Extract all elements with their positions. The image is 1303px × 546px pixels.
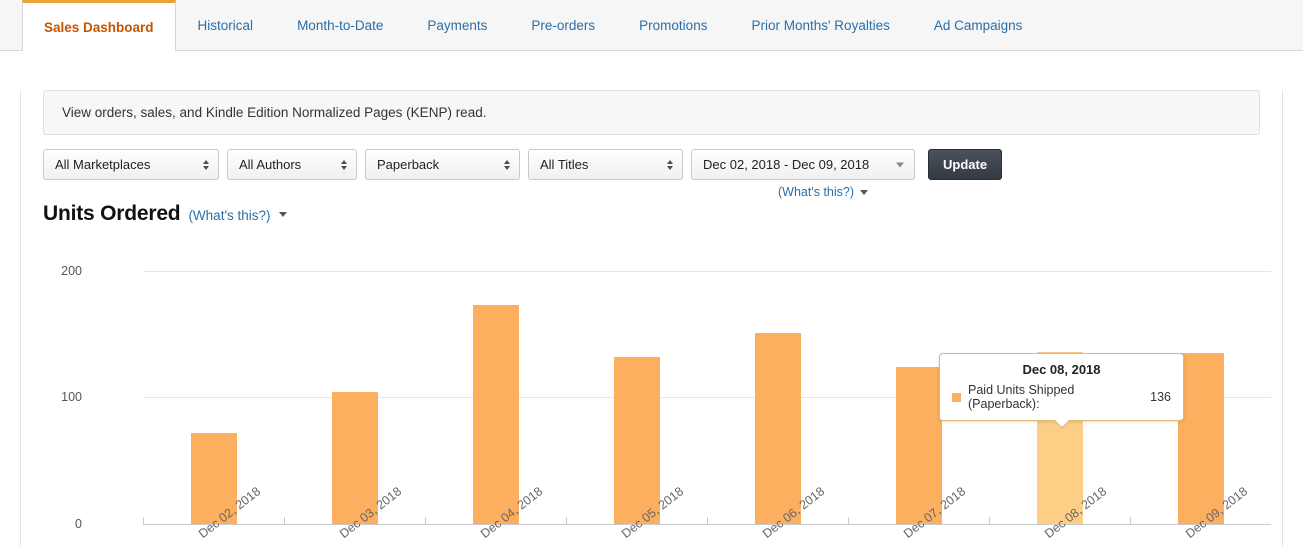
chevron-down-icon (860, 189, 869, 195)
chevron-down-icon (896, 162, 904, 167)
bar-slot[interactable] (143, 258, 284, 524)
stepper-icon (203, 159, 209, 170)
tooltip-series-label: Paid Units Shipped (Paperback): (968, 383, 1075, 411)
date-whats-this-label: (What's this?) (778, 185, 855, 199)
tooltip-series-row: Paid Units Shipped (Paperback): 136 (952, 383, 1171, 411)
tab-pre-orders[interactable]: Pre-orders (509, 0, 617, 50)
marketplace-select-value: All Marketplaces (55, 157, 151, 172)
bar[interactable] (613, 356, 660, 524)
tooltip-pointer-inner (1053, 419, 1070, 427)
chart-tooltip: Dec 08, 2018 Paid Units Shipped (Paperba… (939, 353, 1184, 429)
info-banner: View orders, sales, and Kindle Edition N… (43, 90, 1260, 135)
chart-title-row: Units Ordered (What's this?) (43, 202, 1282, 226)
stepper-icon (504, 159, 510, 170)
author-select-value: All Authors (239, 157, 302, 172)
tab-ad-campaigns[interactable]: Ad Campaigns (912, 0, 1045, 50)
date-range-value: Dec 02, 2018 - Dec 09, 2018 (703, 157, 870, 172)
tab-month-to-date[interactable]: Month-to-Date (275, 0, 405, 50)
tooltip-date: Dec 08, 2018 (1022, 362, 1101, 377)
y-axis-tick-label: 100 (61, 390, 82, 405)
date-whats-this-link[interactable]: (What's this?) (778, 185, 869, 199)
tooltip-color-swatch-icon (952, 392, 961, 402)
bar[interactable] (895, 366, 942, 524)
tab-bar: Sales Dashboard Historical Month-to-Date Pa… (0, 0, 1303, 51)
chart-whats-this-link[interactable]: (What's this?) (188, 208, 270, 223)
tab-label: Month-to-Date (297, 17, 384, 33)
y-axis-tick-label: 0 (75, 517, 82, 531)
stepper-icon (667, 159, 673, 170)
bar[interactable] (472, 304, 519, 524)
tab-label: Sales Dashboard (44, 19, 154, 35)
dashboard-panel: View orders, sales, and Kindle Edition N… (20, 90, 1283, 546)
tab-sales-dashboard[interactable]: Sales Dashboard (22, 0, 176, 51)
update-button[interactable]: Update (928, 149, 1003, 180)
tab-payments[interactable]: Payments (405, 0, 509, 50)
marketplace-select[interactable]: All Marketplaces (43, 149, 219, 180)
filter-bar: All Marketplaces All Authors Paperback A… (43, 149, 1260, 199)
tab-promotions[interactable]: Promotions (617, 0, 729, 50)
author-select[interactable]: All Authors (227, 149, 357, 180)
tab-prior-months-royalties[interactable]: Prior Months' Royalties (729, 0, 911, 50)
tab-label: Ad Campaigns (933, 17, 1023, 33)
tab-historical[interactable]: Historical (176, 0, 276, 50)
x-axis-line (143, 524, 1271, 525)
stepper-icon (341, 159, 347, 170)
chevron-down-icon[interactable] (278, 211, 287, 217)
bar-slot[interactable] (284, 258, 425, 524)
date-range-picker[interactable]: Dec 02, 2018 - Dec 09, 2018 (691, 149, 915, 180)
tab-label: Historical (197, 17, 254, 33)
tab-label: Promotions (639, 17, 708, 33)
info-banner-text: View orders, sales, and Kindle Edition N… (62, 105, 487, 120)
bar-slot[interactable] (566, 258, 707, 524)
format-select[interactable]: Paperback (365, 149, 520, 180)
y-axis-tick-label: 200 (61, 263, 82, 278)
bar[interactable] (754, 332, 801, 524)
page-title: Units Ordered (43, 202, 181, 225)
bar-slot[interactable] (707, 258, 848, 524)
format-select-value: Paperback (377, 157, 440, 172)
tab-label: Payments (427, 17, 488, 33)
title-select-value: All Titles (540, 157, 589, 172)
bar[interactable] (1177, 353, 1224, 524)
tab-label: Pre-orders (531, 17, 596, 33)
tooltip-value: 136 (1150, 390, 1171, 404)
tab-label: Prior Months' Royalties (751, 17, 890, 33)
update-button-label: Update (943, 157, 988, 172)
bar-slot[interactable] (425, 258, 566, 524)
title-select[interactable]: All Titles (528, 149, 683, 180)
